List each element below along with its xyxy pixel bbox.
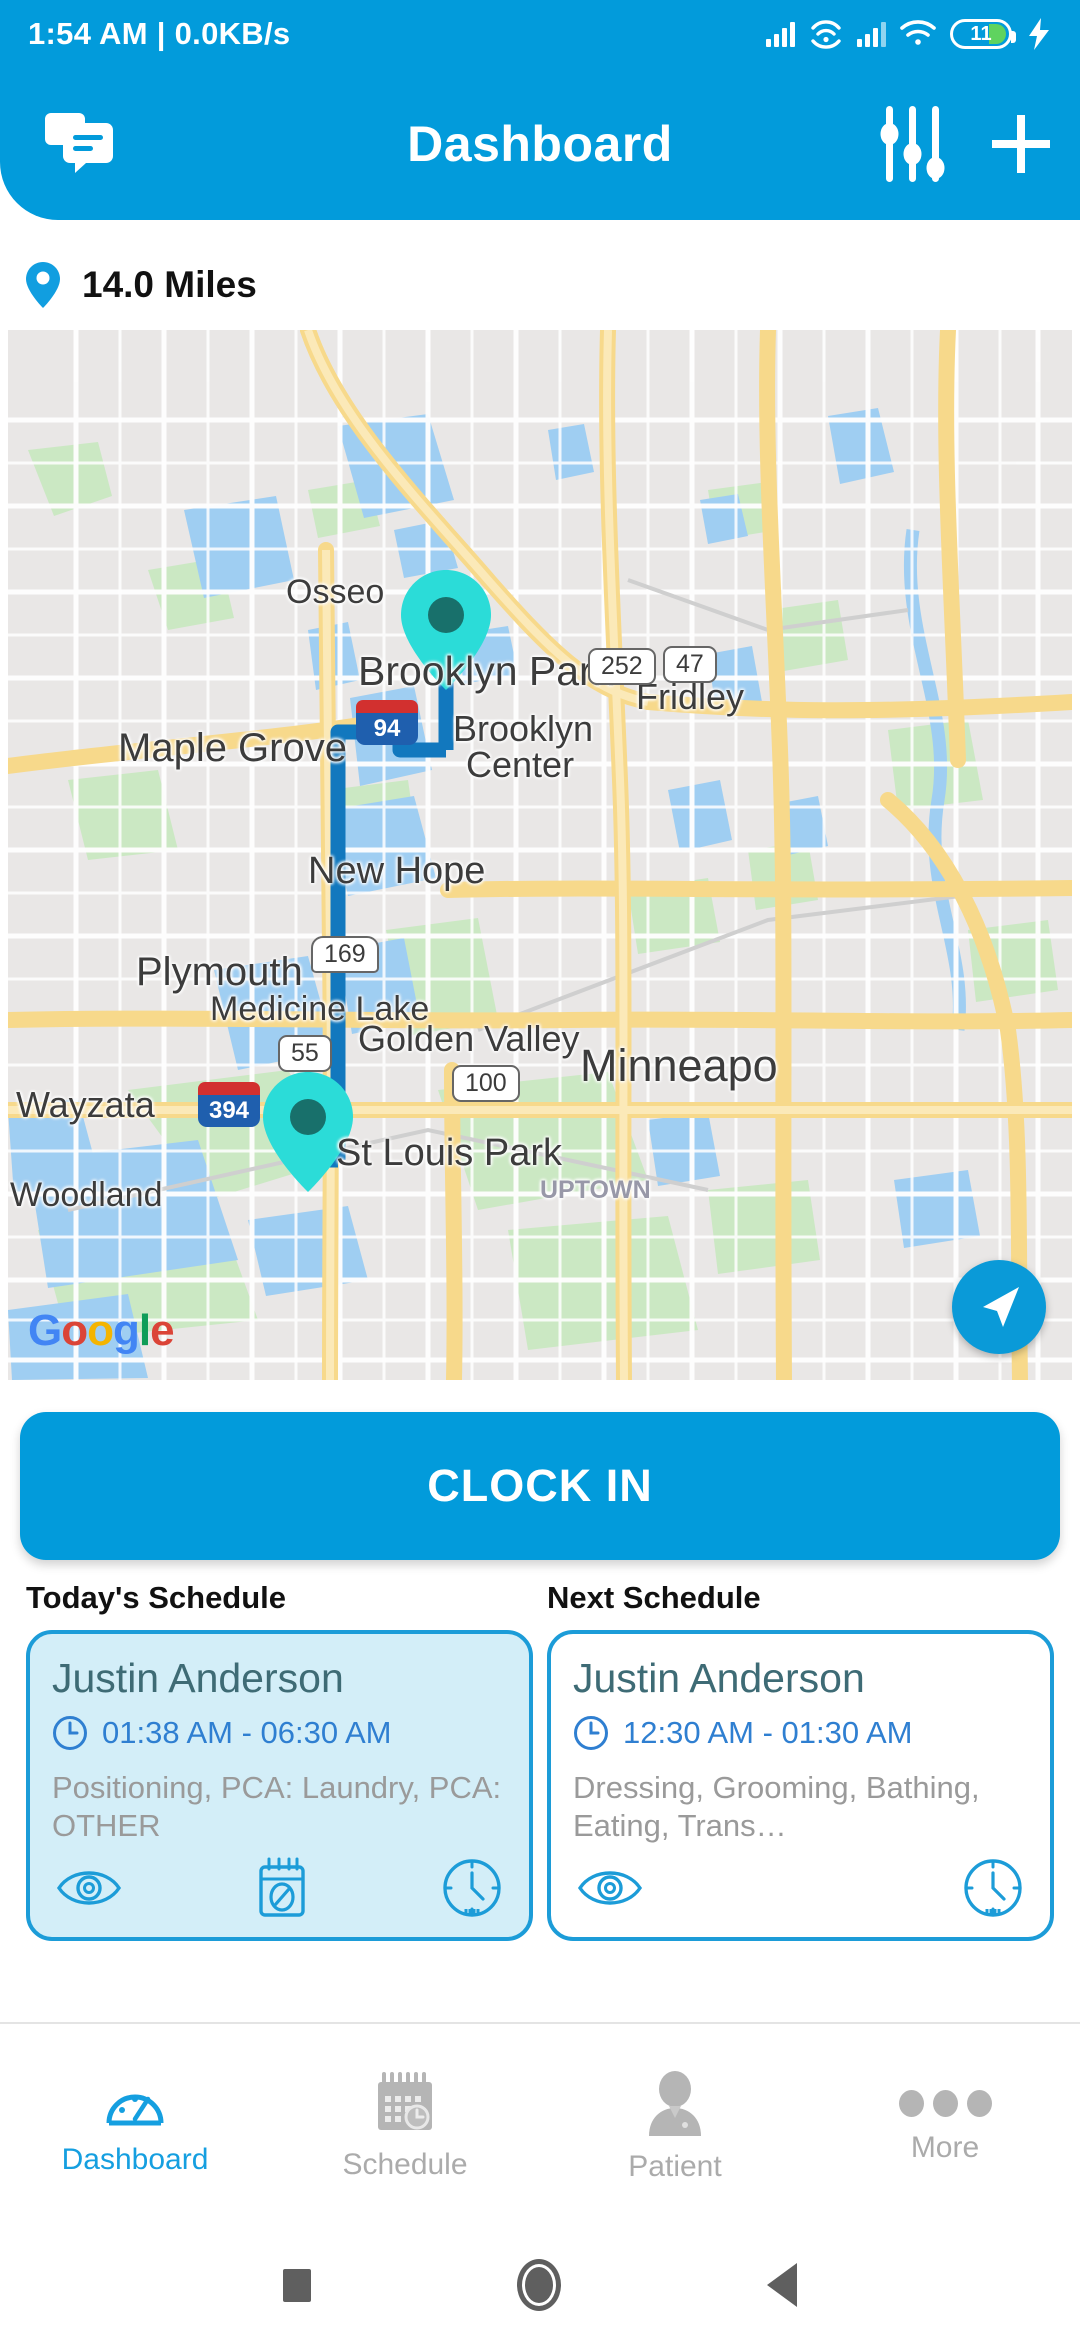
interstate-number: 94 bbox=[356, 713, 418, 745]
nav-label: Schedule bbox=[342, 2148, 468, 2181]
today-schedule-column: Today's Schedule Justin Anderson 01:38 A… bbox=[26, 1580, 533, 1941]
nav-item-more[interactable]: More bbox=[810, 2024, 1080, 2230]
eye-icon[interactable] bbox=[56, 1864, 122, 1912]
schedule-tasks: Positioning, PCA: Laundry, PCA: OTHER bbox=[52, 1770, 502, 1843]
today-schedule-heading: Today's Schedule bbox=[26, 1580, 287, 1615]
timer-icon[interactable] bbox=[441, 1855, 503, 1921]
status-bar: 1:54 AM | 0.0KB/s 11 bbox=[0, 0, 1080, 68]
square-recents-icon[interactable] bbox=[283, 2268, 311, 2302]
distance-row: 14.0 Miles bbox=[26, 262, 257, 308]
patient-name: Justin Anderson bbox=[573, 1656, 865, 1701]
wifi-calling-icon bbox=[811, 20, 841, 49]
next-schedule-heading: Next Schedule bbox=[547, 1580, 761, 1615]
today-schedule-card[interactable]: Justin Anderson 01:38 AM - 06:30 AM Posi… bbox=[26, 1630, 533, 1941]
nav-label: More bbox=[910, 2130, 980, 2164]
schedule-time-range: 01:38 AM - 06:30 AM bbox=[102, 1715, 392, 1751]
system-navigation-bar bbox=[0, 2230, 1080, 2340]
clock-in-label: CLOCK IN bbox=[427, 1460, 653, 1511]
phone-screen: 1:54 AM | 0.0KB/s 11 Dashboard 14.0 Mile… bbox=[0, 0, 1080, 2340]
map-view[interactable]: Osseo Brooklyn Park Brooklyn Center Frid… bbox=[8, 330, 1072, 1380]
schedules-section: Today's Schedule Justin Anderson 01:38 A… bbox=[0, 1580, 1080, 1941]
patient-name: Justin Anderson bbox=[52, 1656, 344, 1701]
schedule-tasks: Dressing, Grooming, Bathing, Eating, Tra… bbox=[573, 1770, 980, 1843]
timer-icon[interactable] bbox=[962, 1855, 1024, 1921]
logo-letter: o bbox=[87, 1306, 114, 1355]
plus-icon[interactable] bbox=[988, 111, 1054, 177]
navigation-arrow-icon[interactable] bbox=[952, 1260, 1046, 1354]
calendar-icon bbox=[378, 2072, 432, 2130]
next-schedule-column: Next Schedule Justin Anderson 12:30 AM -… bbox=[547, 1580, 1054, 1941]
circle-home-icon[interactable] bbox=[517, 2259, 561, 2311]
nav-label: Patient bbox=[628, 2150, 722, 2183]
nav-item-schedule[interactable]: Schedule bbox=[270, 2024, 540, 2230]
dots-icon bbox=[898, 2089, 992, 2117]
schedule-time-range: 12:30 AM - 01:30 AM bbox=[623, 1715, 913, 1751]
logo-letter: o bbox=[61, 1306, 88, 1355]
highway-shield: 100 bbox=[452, 1065, 520, 1102]
logo-letter: g bbox=[113, 1306, 140, 1355]
interstate-number: 394 bbox=[198, 1095, 260, 1127]
google-logo: Google bbox=[28, 1306, 175, 1356]
eye-icon[interactable] bbox=[577, 1864, 643, 1912]
signal-bars-2-icon bbox=[857, 21, 886, 47]
calendar-cancel-icon[interactable] bbox=[255, 1857, 309, 1919]
clock-icon bbox=[574, 1716, 608, 1751]
bottom-navigation: Dashboard Schedule Patient More bbox=[0, 2022, 1080, 2230]
signal-bars-icon bbox=[766, 21, 795, 47]
clock-icon bbox=[53, 1716, 87, 1751]
highway-shield: 169 bbox=[311, 936, 379, 973]
interstate-shield: 394 bbox=[198, 1082, 260, 1127]
next-schedule-card[interactable]: Justin Anderson 12:30 AM - 01:30 AM Dres… bbox=[547, 1630, 1054, 1941]
nav-label: Dashboard bbox=[61, 2143, 209, 2176]
distance-value: 14.0 Miles bbox=[82, 264, 257, 305]
app-bar: Dashboard bbox=[0, 68, 1080, 220]
highway-shield: 55 bbox=[278, 1035, 332, 1072]
battery-icon: 11 bbox=[950, 19, 1016, 49]
location-pin-icon bbox=[26, 262, 60, 308]
battery-level: 11 bbox=[970, 22, 992, 45]
status-time-network: 1:54 AM | 0.0KB/s bbox=[28, 16, 291, 51]
gauge-icon bbox=[106, 2094, 164, 2126]
wifi-icon bbox=[900, 20, 936, 45]
logo-letter: l bbox=[138, 1306, 151, 1355]
person-icon bbox=[649, 2071, 701, 2136]
logo-letter: G bbox=[28, 1306, 62, 1355]
nav-item-patient[interactable]: Patient bbox=[540, 2024, 810, 2230]
triangle-back-icon[interactable] bbox=[767, 2263, 797, 2307]
logo-letter: e bbox=[150, 1306, 175, 1355]
clock-in-button[interactable]: CLOCK IN bbox=[20, 1412, 1060, 1560]
highway-shield: 252 bbox=[588, 648, 656, 685]
interstate-shield: 94 bbox=[356, 700, 418, 745]
charging-bolt-icon bbox=[1029, 18, 1049, 50]
sliders-icon[interactable] bbox=[880, 106, 946, 182]
nav-item-dashboard[interactable]: Dashboard bbox=[0, 2024, 270, 2230]
highway-shield: 47 bbox=[663, 646, 717, 683]
